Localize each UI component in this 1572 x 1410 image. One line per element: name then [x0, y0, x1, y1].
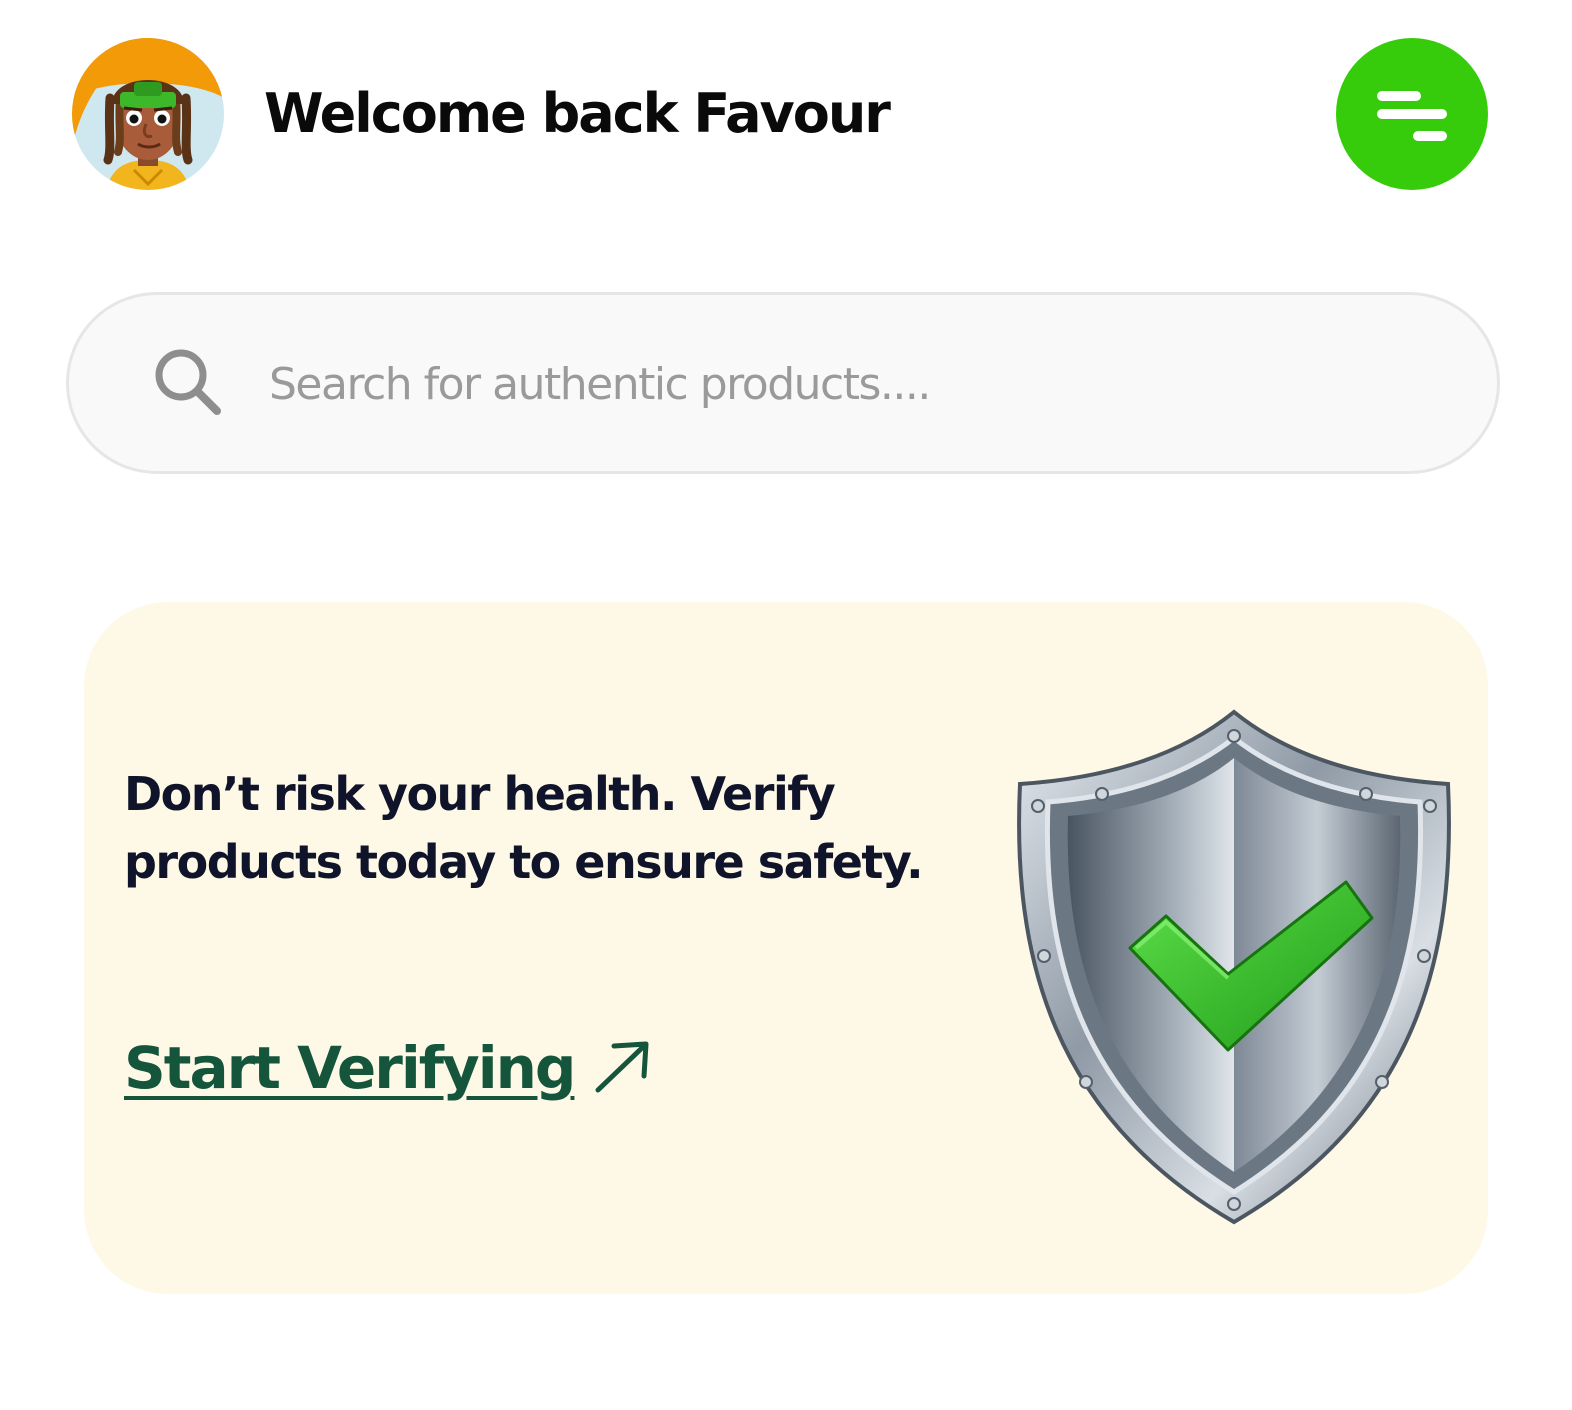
- search-bar[interactable]: [66, 292, 1500, 474]
- banner-message: Don’t risk your health. Verify products …: [124, 767, 924, 889]
- cta-label: Start Verifying: [124, 1034, 576, 1102]
- search-icon: [155, 349, 221, 415]
- filter-lines-icon: [1377, 91, 1447, 141]
- welcome-title: Welcome back Favour: [264, 82, 891, 145]
- user-avatar-icon: [72, 38, 224, 190]
- start-verifying-link[interactable]: Start Verifying: [124, 1034, 652, 1102]
- avatar[interactable]: [72, 38, 224, 190]
- verify-banner: Don’t risk your health. Verify products …: [84, 602, 1488, 1294]
- search-input[interactable]: [267, 335, 1451, 433]
- shield-check-icon: [1017, 709, 1451, 1225]
- arrow-up-right-icon: [595, 1041, 649, 1093]
- menu-button[interactable]: [1336, 38, 1488, 190]
- header: Welcome back Favour: [0, 0, 1572, 230]
